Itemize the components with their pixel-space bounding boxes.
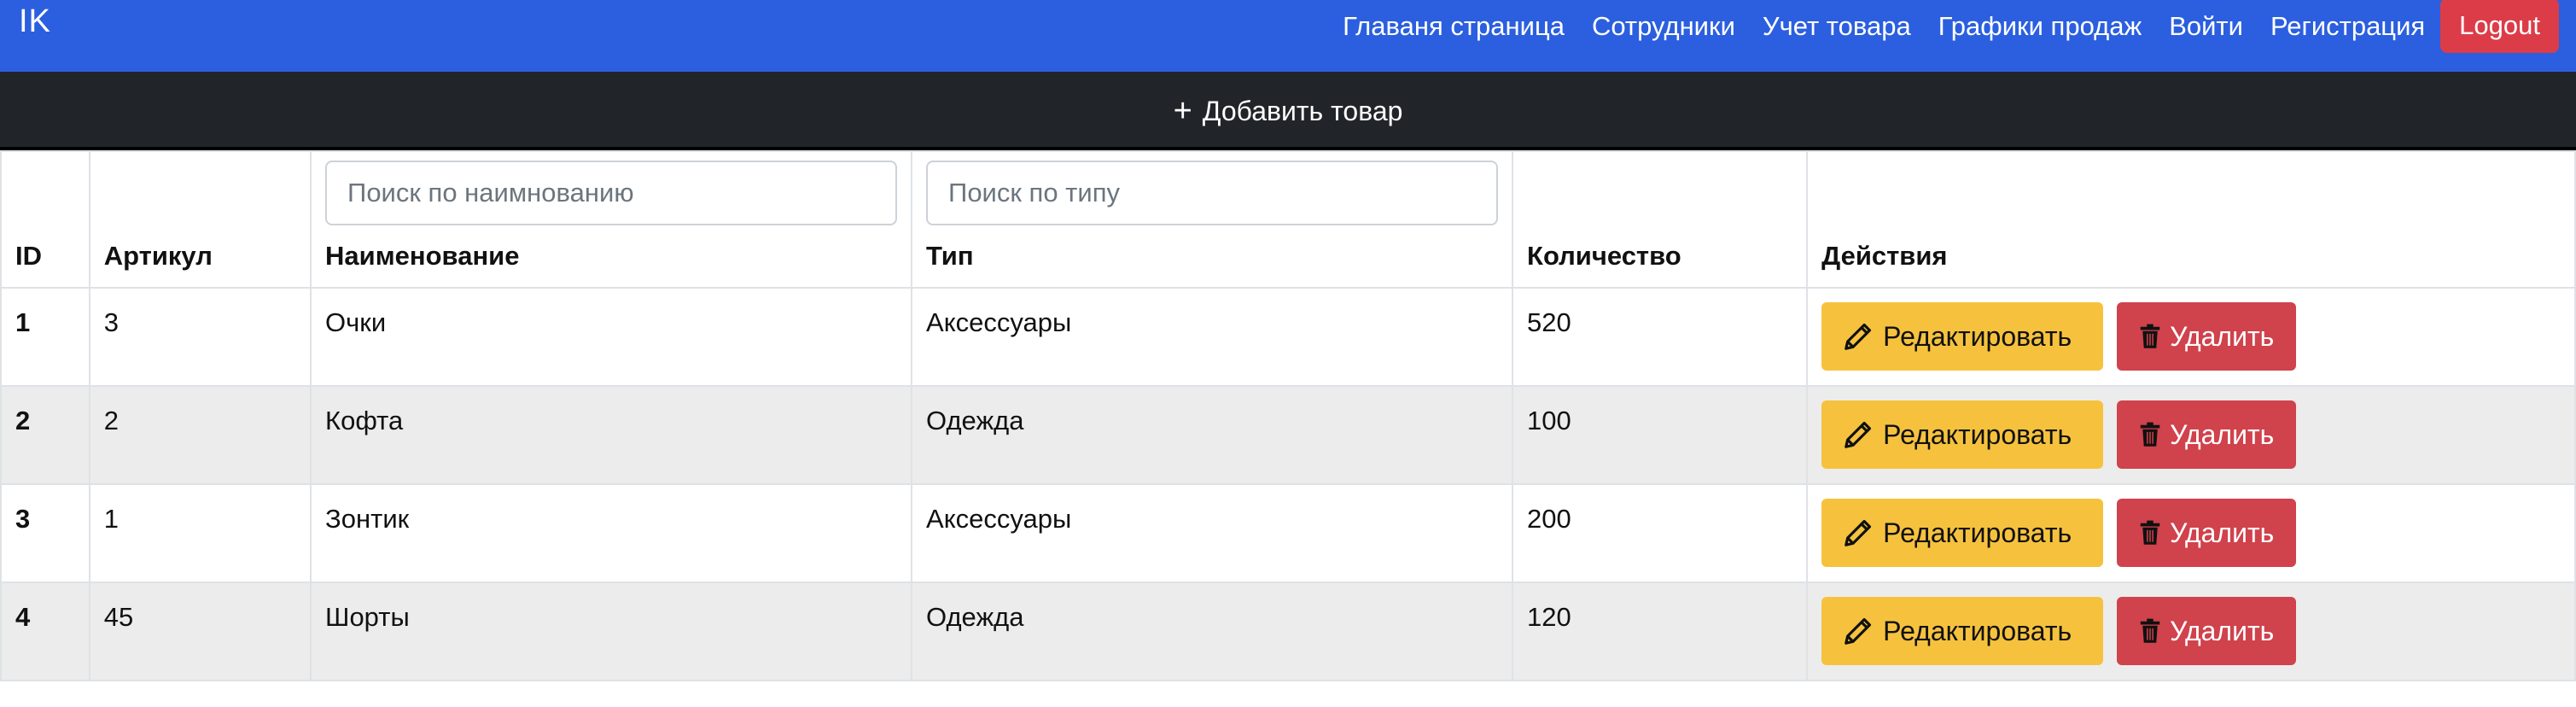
brand-logo[interactable]: IK (19, 3, 51, 40)
cell-id: 2 (0, 385, 90, 485)
trash-icon (2140, 422, 2160, 447)
edit-button[interactable]: Редактировать (1821, 597, 2104, 665)
nav-link-employees[interactable]: Сотрудники (1578, 11, 1749, 42)
row-actions: Редактировать Удалить (1821, 597, 2561, 665)
cell-quantity: 200 (1512, 483, 1809, 583)
search-name-input[interactable] (325, 161, 898, 225)
cell-article: 3 (88, 287, 312, 387)
table-row: 2 2 Кофта Одежда 100 Редактировать Удали… (0, 385, 2576, 485)
pencil-icon (1845, 617, 1872, 645)
cell-article: 45 (88, 581, 312, 681)
delete-label: Удалить (2170, 517, 2275, 548)
header-article: Артикул (88, 150, 312, 289)
cell-id: 4 (0, 581, 90, 681)
cell-quantity: 120 (1512, 581, 1809, 681)
trash-icon (2140, 618, 2160, 643)
logout-button[interactable]: Logout (2440, 0, 2559, 53)
row-actions: Редактировать Удалить (1821, 499, 2561, 567)
cell-type: Аксессуары (911, 287, 1514, 387)
delete-button[interactable]: Удалить (2117, 302, 2297, 371)
edit-button[interactable]: Редактировать (1821, 302, 2104, 371)
cell-name: Шорты (310, 581, 913, 681)
header-type-cell: Тип (911, 150, 1514, 289)
delete-button[interactable]: Удалить (2117, 597, 2297, 665)
table-header-row: ID Артикул Наименование Тип Количество Д… (0, 150, 2576, 289)
header-name-cell: Наименование (310, 150, 913, 289)
nav-link-register[interactable]: Регистрация (2257, 11, 2439, 42)
nav-link-inventory[interactable]: Учет товара (1749, 11, 1925, 42)
header-id: ID (0, 150, 90, 289)
table-row: 3 1 Зонтик Аксессуары 200 Редактировать (0, 483, 2576, 583)
cell-type: Одежда (911, 385, 1514, 485)
nav-links: Главаня страница Сотрудники Учет товара … (1329, 0, 2559, 53)
trash-icon (2140, 324, 2160, 348)
delete-label: Удалить (2170, 615, 2275, 646)
cell-type: Аксессуары (911, 483, 1514, 583)
cell-quantity: 100 (1512, 385, 1809, 485)
cell-article: 2 (88, 385, 312, 485)
products-table: ID Артикул Наименование Тип Количество Д… (0, 150, 2576, 681)
pencil-icon (1845, 519, 1872, 546)
edit-button[interactable]: Редактировать (1821, 400, 2104, 469)
trash-icon (2140, 520, 2160, 545)
cell-name: Кофта (310, 385, 913, 485)
row-actions: Редактировать Удалить (1821, 400, 2561, 469)
edit-label: Редактировать (1883, 517, 2072, 548)
cell-actions: Редактировать Удалить (1806, 287, 2576, 387)
cell-actions: Редактировать Удалить (1806, 581, 2576, 681)
cell-id: 1 (0, 287, 90, 387)
edit-label: Редактировать (1883, 418, 2072, 450)
nav-link-sales-charts[interactable]: Графики продаж (1925, 11, 2156, 42)
edit-label: Редактировать (1883, 615, 2072, 646)
cell-actions: Редактировать Удалить (1806, 385, 2576, 485)
delete-label: Удалить (2170, 320, 2275, 352)
pencil-icon (1845, 421, 1872, 448)
nav-link-home[interactable]: Главаня страница (1329, 11, 1578, 42)
header-quantity: Количество (1512, 150, 1809, 289)
add-product-button[interactable]: + Добавить товар (1174, 95, 1403, 127)
pencil-icon (1845, 323, 1872, 350)
nav-link-login[interactable]: Войти (2155, 11, 2257, 42)
table-row: 4 45 Шорты Одежда 120 Редактировать Удал… (0, 581, 2576, 681)
row-actions: Редактировать Удалить (1821, 302, 2561, 371)
cell-type: Одежда (911, 581, 1514, 681)
search-type-input[interactable] (926, 161, 1499, 225)
cell-name: Зонтик (310, 483, 913, 583)
edit-label: Редактировать (1883, 320, 2072, 352)
header-type: Тип (926, 241, 974, 271)
add-product-label: Добавить товар (1202, 95, 1403, 126)
cell-name: Очки (310, 287, 913, 387)
cell-id: 3 (0, 483, 90, 583)
delete-label: Удалить (2170, 418, 2275, 450)
delete-button[interactable]: Удалить (2117, 400, 2297, 469)
header-name: Наименование (325, 241, 520, 271)
edit-button[interactable]: Редактировать (1821, 499, 2104, 567)
add-toolbar: + Добавить товар (0, 72, 2576, 150)
plus-icon: + (1173, 93, 1192, 129)
header-actions: Действия (1806, 150, 2576, 289)
table-row: 1 3 Очки Аксессуары 520 Редактировать Уд… (0, 287, 2576, 387)
cell-quantity: 520 (1512, 287, 1809, 387)
delete-button[interactable]: Удалить (2117, 499, 2297, 567)
cell-actions: Редактировать Удалить (1806, 483, 2576, 583)
cell-article: 1 (88, 483, 312, 583)
top-navbar: IK Главаня страница Сотрудники Учет това… (0, 0, 2576, 72)
